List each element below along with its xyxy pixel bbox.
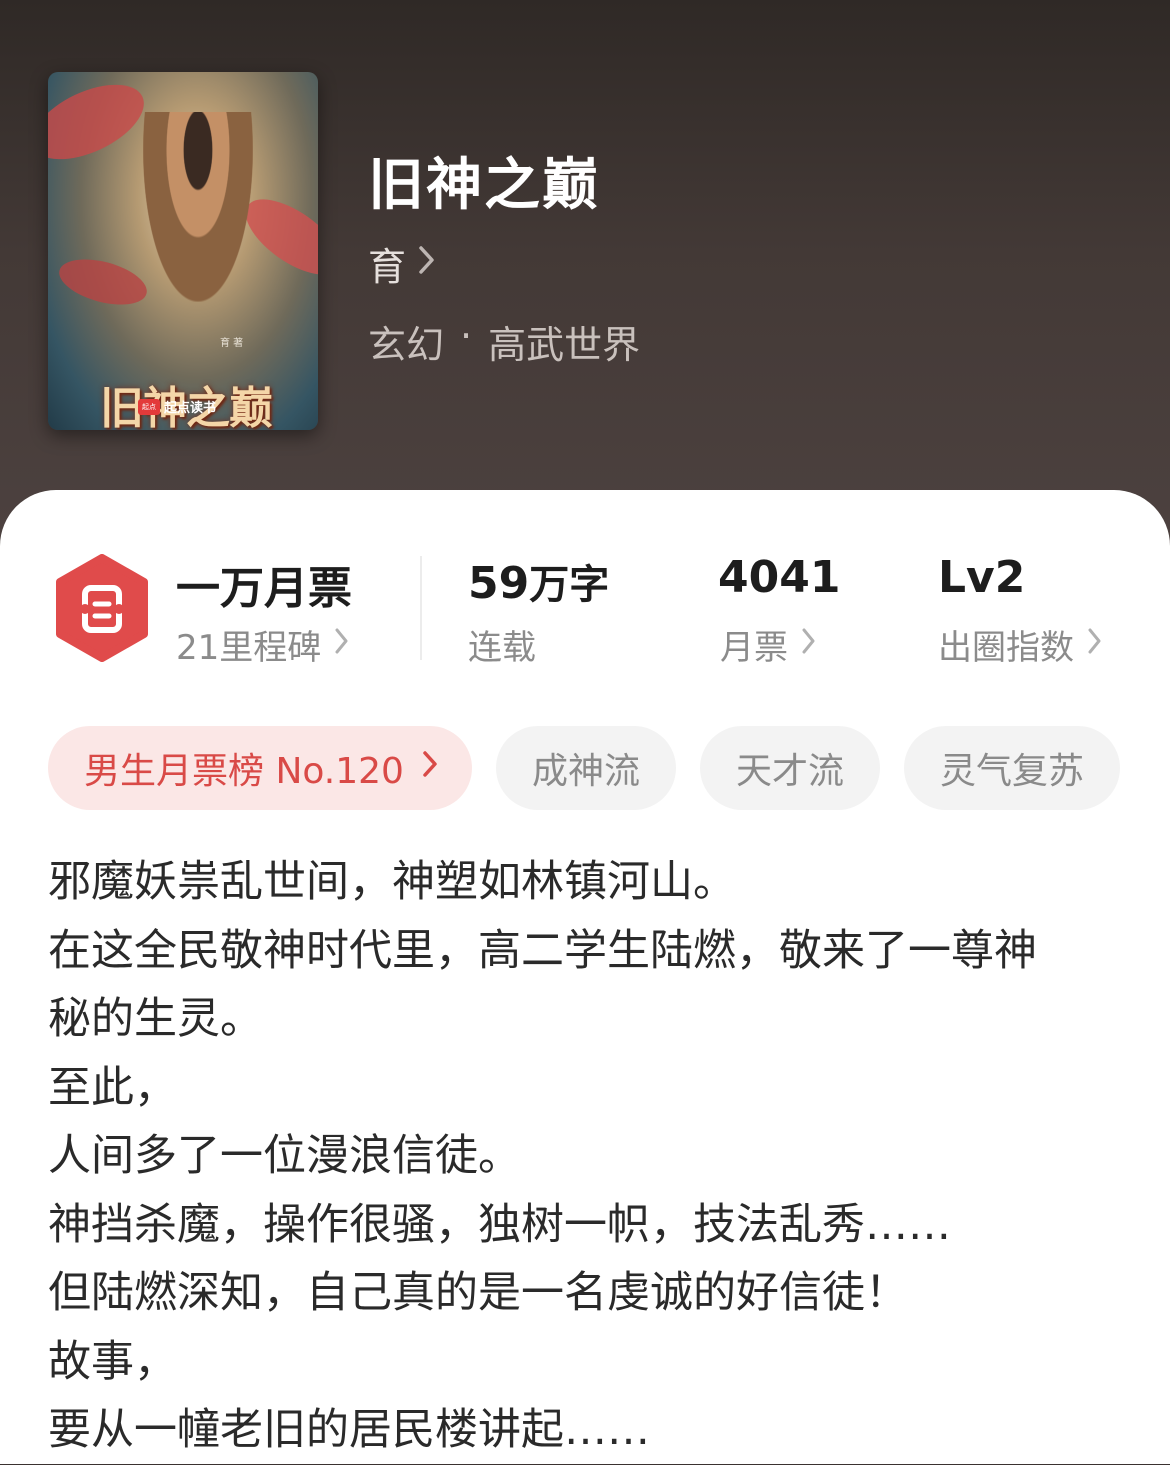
cover-art-ribbon	[54, 251, 152, 313]
monthly-ticket-label: 月票	[720, 620, 816, 669]
word-count-label: 连载	[468, 628, 536, 668]
milestone-subtitle: 21里程碑	[176, 620, 349, 669]
rank-tag[interactable]: 男生月票榜 No.120	[48, 726, 472, 810]
book-detail-card: 一万月票 21里程碑 59万字 连载 4041 月票 Lv2 出圈指数 男生月票…	[0, 490, 1170, 1464]
rank-tag-label: 男生月票榜 No.120	[84, 751, 404, 792]
author-link[interactable]: 育	[368, 236, 436, 291]
description-line: 但陆燃深知，自己真的是一名虔诚的好信徒！	[48, 1268, 908, 1318]
book-title: 旧神之巅	[368, 153, 600, 218]
book-cover[interactable]: 育 著 旧神之巅 起点 起点读书	[48, 72, 318, 430]
cover-art-ribbon	[48, 72, 156, 175]
tag-item[interactable]: 成神流	[495, 726, 676, 810]
genre-separator: ·	[460, 314, 473, 358]
publisher-logo-icon: 起点	[138, 398, 160, 415]
cover-publisher: 起点 起点读书	[138, 397, 216, 416]
description-line: 神挡杀魔，操作很骚，独树一帜，技法乱秀……	[48, 1199, 951, 1250]
publisher-name: 起点读书	[164, 401, 217, 416]
description-line: 秘的生灵。	[48, 994, 263, 1044]
chevron-right-icon	[802, 628, 816, 661]
author-name: 育	[368, 245, 407, 289]
subgenre-label: 高武世界	[488, 323, 641, 367]
word-count-value: 59	[468, 558, 530, 609]
popularity-label-text: 出圈指数	[938, 628, 1074, 668]
description-line: 至此，	[48, 1062, 177, 1113]
description-line: 在这全民敬神时代里，高二学生陆燃，敬来了一尊神	[48, 925, 1037, 976]
word-count-unit: 万字	[529, 562, 610, 608]
popularity-label: 出圈指数	[938, 620, 1102, 669]
monthly-ticket-value: 4041	[718, 552, 841, 603]
stat-divider	[420, 556, 422, 660]
book-description: 邪魔妖祟乱世间，神塑如林镇河山。 在这全民敬神时代里，高二学生陆燃，敬来了一尊神…	[48, 848, 1128, 1465]
book-header: 育 著 旧神之巅 起点 起点读书 旧神之巅 育 玄幻 · 高武世界	[0, 0, 1170, 560]
popularity-value: Lv2	[938, 552, 1026, 603]
genre-label: 玄幻	[368, 323, 445, 367]
milestone-subtitle-text: 21里程碑	[176, 628, 322, 668]
tag-item[interactable]: 灵气复苏	[903, 726, 1120, 810]
chevron-right-icon	[335, 628, 349, 661]
monthly-ticket-icon	[56, 554, 148, 662]
milestone-title: 一万月票	[176, 563, 352, 614]
description-line: 邪魔妖祟乱世间，神塑如林镇河山。	[48, 857, 736, 907]
chevron-right-icon	[1088, 628, 1102, 661]
chevron-right-icon	[418, 245, 436, 283]
monthly-ticket-label-text: 月票	[720, 628, 788, 668]
genre-info: 玄幻 · 高武世界	[368, 314, 640, 369]
tag-item[interactable]: 天才流	[699, 726, 880, 810]
description-line: 人间多了一位漫浪信徒。	[48, 1131, 521, 1181]
cover-art-figure	[143, 112, 253, 302]
description-line: 要从一幢老旧的居民楼讲起……	[48, 1405, 650, 1455]
cover-author-credit: 育 著	[220, 338, 244, 349]
description-line: 故事，	[48, 1336, 177, 1387]
tag-list: 男生月票榜 No.120 成神流 天才流 灵气复苏	[48, 726, 1144, 810]
chevron-right-icon	[422, 750, 438, 786]
word-count-value-row: 59万字	[468, 552, 609, 610]
